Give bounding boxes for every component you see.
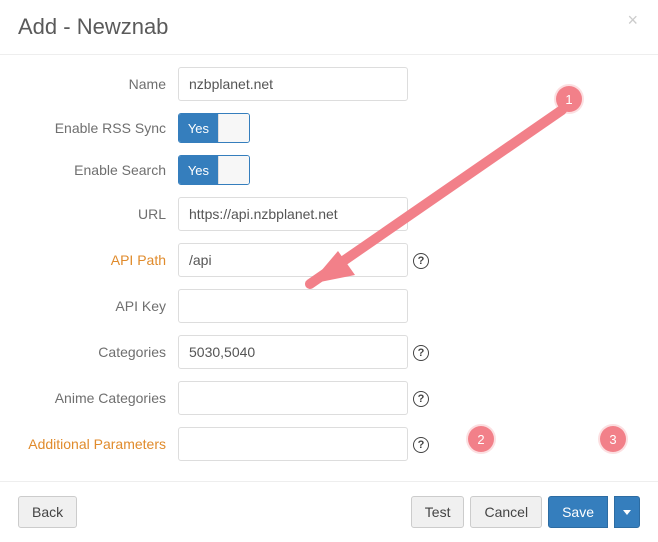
help-icon[interactable]: ? [413,253,429,269]
annotation-callout-1: 1 [556,86,582,112]
help-icon[interactable]: ? [413,437,429,453]
label-search: Enable Search [18,162,178,178]
modal-footer: Back Test Cancel Save [0,481,658,542]
label-name: Name [18,76,178,92]
save-dropdown-button[interactable] [614,496,640,528]
categories-input[interactable] [178,335,408,369]
row-apikey: API Key [18,289,640,323]
label-rss: Enable RSS Sync [18,120,178,136]
search-toggle-off [218,156,249,184]
test-button[interactable]: Test [411,496,465,528]
row-name: Name [18,67,640,101]
url-input[interactable] [178,197,408,231]
annotation-callout-3: 3 [600,426,626,452]
row-search: Enable Search Yes [18,155,640,185]
label-apikey: API Key [18,298,178,314]
cancel-button[interactable]: Cancel [470,496,542,528]
label-url: URL [18,206,178,222]
save-button[interactable]: Save [548,496,608,528]
row-apipath: API Path ? [18,243,640,277]
rss-toggle[interactable]: Yes [178,113,250,143]
apipath-input[interactable] [178,243,408,277]
row-categories: Categories ? [18,335,640,369]
label-apipath: API Path [18,252,178,268]
modal-title: Add - Newznab [18,14,640,40]
row-rss: Enable RSS Sync Yes [18,113,640,143]
name-input[interactable] [178,67,408,101]
label-anime: Anime Categories [18,390,178,406]
row-additional: Additional Parameters ? [18,427,640,461]
modal-body: Name Enable RSS Sync Yes Enable Search Y… [0,55,658,481]
additional-input[interactable] [178,427,408,461]
anime-input[interactable] [178,381,408,415]
modal-header: Add - Newznab × [0,0,658,55]
label-categories: Categories [18,344,178,360]
help-icon[interactable]: ? [413,345,429,361]
back-button[interactable]: Back [18,496,77,528]
annotation-callout-2: 2 [468,426,494,452]
search-toggle-on: Yes [179,156,218,184]
caret-down-icon [623,510,631,515]
close-icon[interactable]: × [621,10,644,30]
row-url: URL [18,197,640,231]
row-anime: Anime Categories ? [18,381,640,415]
label-additional: Additional Parameters [18,436,178,452]
help-icon[interactable]: ? [413,391,429,407]
search-toggle[interactable]: Yes [178,155,250,185]
rss-toggle-off [218,114,249,142]
rss-toggle-on: Yes [179,114,218,142]
modal-add-indexer: Add - Newznab × Name Enable RSS Sync Yes… [0,0,658,542]
apikey-input[interactable] [178,289,408,323]
